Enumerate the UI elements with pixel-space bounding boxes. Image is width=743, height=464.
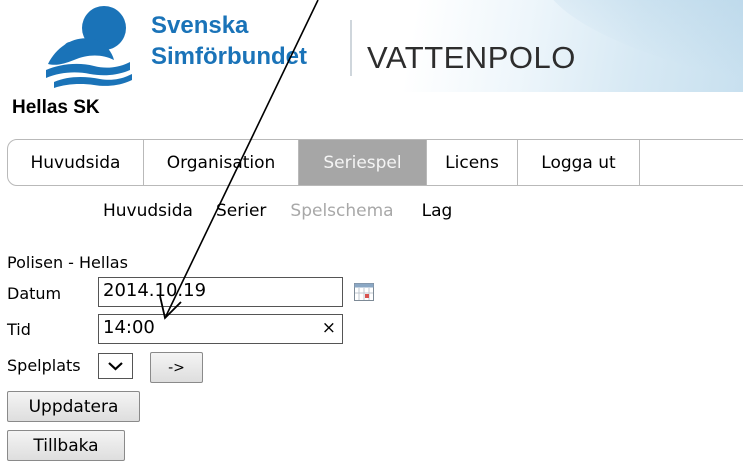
tab-huvudsida[interactable]: Huvudsida	[8, 140, 144, 185]
club-name: Hellas SK	[12, 97, 100, 118]
venue-label: Spelplats	[7, 356, 81, 375]
time-field[interactable]: 14:00 ×	[98, 314, 343, 344]
brand-name-line2: Simförbundet	[151, 43, 307, 70]
update-button[interactable]: Uppdatera	[7, 391, 140, 422]
tab-logga-ut[interactable]: Logga ut	[518, 140, 640, 185]
brand-name-line1: Svenska	[151, 12, 249, 39]
calendar-icon[interactable]	[354, 283, 374, 301]
tab-seriespel[interactable]: Seriespel	[299, 140, 427, 185]
subnav-huvudsida[interactable]: Huvudsida	[103, 201, 193, 221]
time-label: Tid	[7, 320, 31, 339]
header-divider	[350, 20, 352, 76]
swimmer-logo-icon[interactable]	[44, 4, 136, 88]
subnav-serier[interactable]: Serier	[216, 201, 266, 221]
sub-nav: Huvudsida Serier Spelschema Lag	[103, 201, 452, 221]
site-header: Svenska Simförbundet VATTENPOLO	[0, 0, 743, 92]
clear-time-icon[interactable]: ×	[322, 318, 336, 338]
time-value: 14:00	[103, 317, 155, 338]
subnav-lag[interactable]: Lag	[422, 201, 453, 221]
subnav-spelschema: Spelschema	[290, 201, 394, 221]
date-field[interactable]: 2014.10.19	[98, 277, 343, 307]
back-button[interactable]: Tillbaka	[7, 430, 125, 461]
match-title: Polisen - Hellas	[7, 253, 128, 272]
chevron-down-icon	[108, 362, 123, 371]
tab-licens[interactable]: Licens	[427, 140, 518, 185]
tab-organisation[interactable]: Organisation	[144, 140, 299, 185]
section-title: VATTENPOLO	[367, 40, 576, 75]
date-value: 2014.10.19	[103, 280, 207, 301]
date-label: Datum	[7, 284, 62, 303]
venue-go-button[interactable]: ->	[150, 352, 203, 383]
main-nav: Huvudsida Organisation Seriespel Licens …	[7, 139, 743, 186]
venue-select[interactable]	[98, 353, 133, 379]
